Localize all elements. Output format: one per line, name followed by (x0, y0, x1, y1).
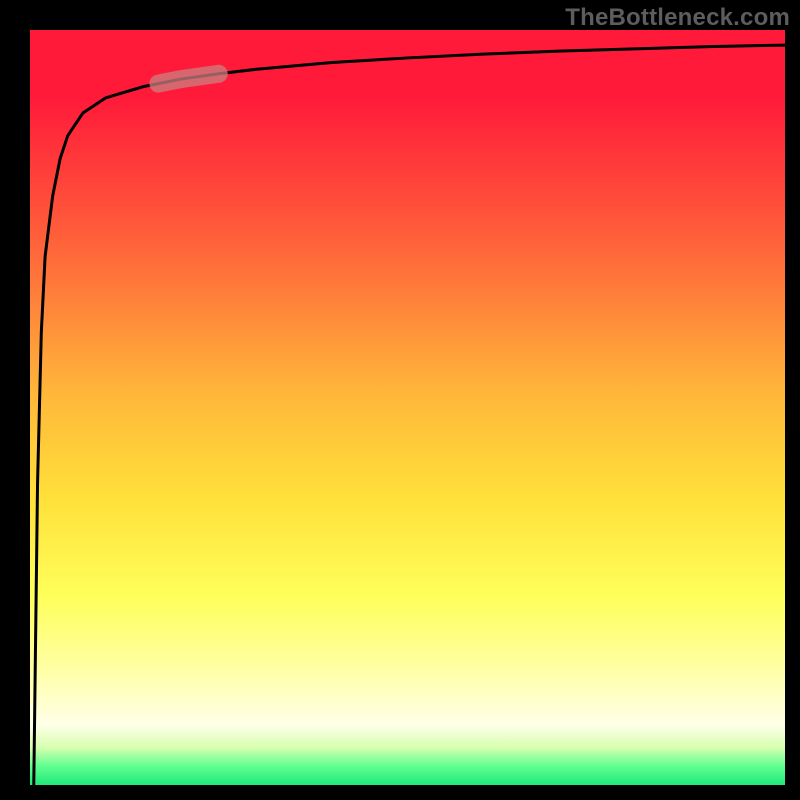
watermark-text: TheBottleneck.com (565, 4, 790, 32)
chart-stage: TheBottleneck.com (0, 0, 800, 800)
plot-gradient-background (30, 30, 785, 785)
